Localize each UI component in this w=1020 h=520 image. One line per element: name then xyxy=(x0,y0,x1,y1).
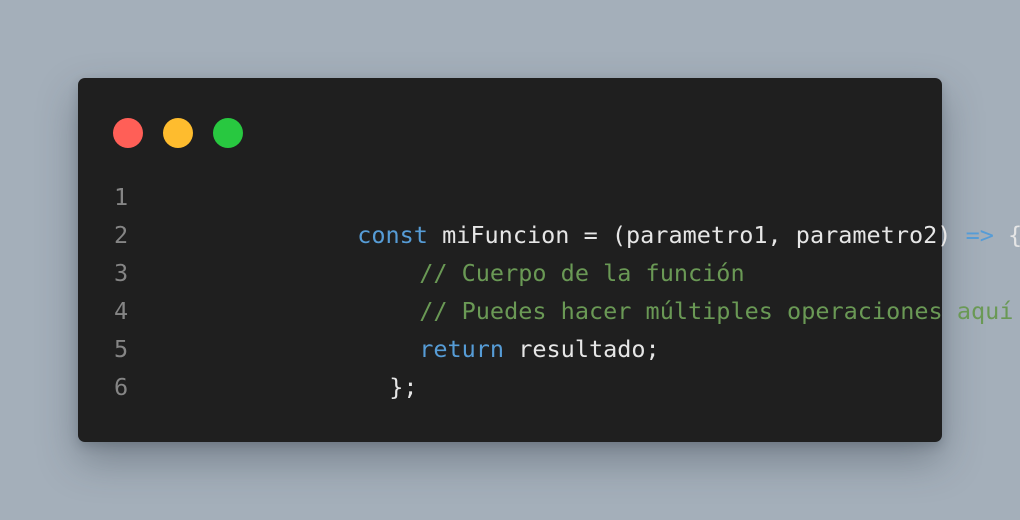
code-line: 2 // Cuerpo de la función xyxy=(78,216,942,287)
line-number: 5 xyxy=(114,335,129,363)
code-line: 4 return resultado; xyxy=(78,292,942,363)
minimize-dot-icon[interactable] xyxy=(163,118,193,148)
line-number: 3 xyxy=(114,259,129,287)
code-line: 6 xyxy=(78,368,942,406)
code-line: 1 const miFuncion = (parametro1, paramet… xyxy=(78,178,1020,249)
code-block: 1 const miFuncion = (parametro1, paramet… xyxy=(78,178,1020,406)
line-number: 4 xyxy=(114,297,129,325)
line-number: 2 xyxy=(114,221,129,249)
code-line: 3 // Puedes hacer múltiples operaciones … xyxy=(78,254,1013,325)
line-number: 6 xyxy=(114,373,129,401)
plain-token: { xyxy=(993,221,1020,249)
close-dot-icon[interactable] xyxy=(113,118,143,148)
code-line: 5 }; xyxy=(78,330,942,401)
line-number: 1 xyxy=(114,183,129,211)
operator-token: => xyxy=(965,221,994,249)
maximize-dot-icon[interactable] xyxy=(213,118,243,148)
code-window: 1 const miFuncion = (parametro1, paramet… xyxy=(78,78,1020,442)
